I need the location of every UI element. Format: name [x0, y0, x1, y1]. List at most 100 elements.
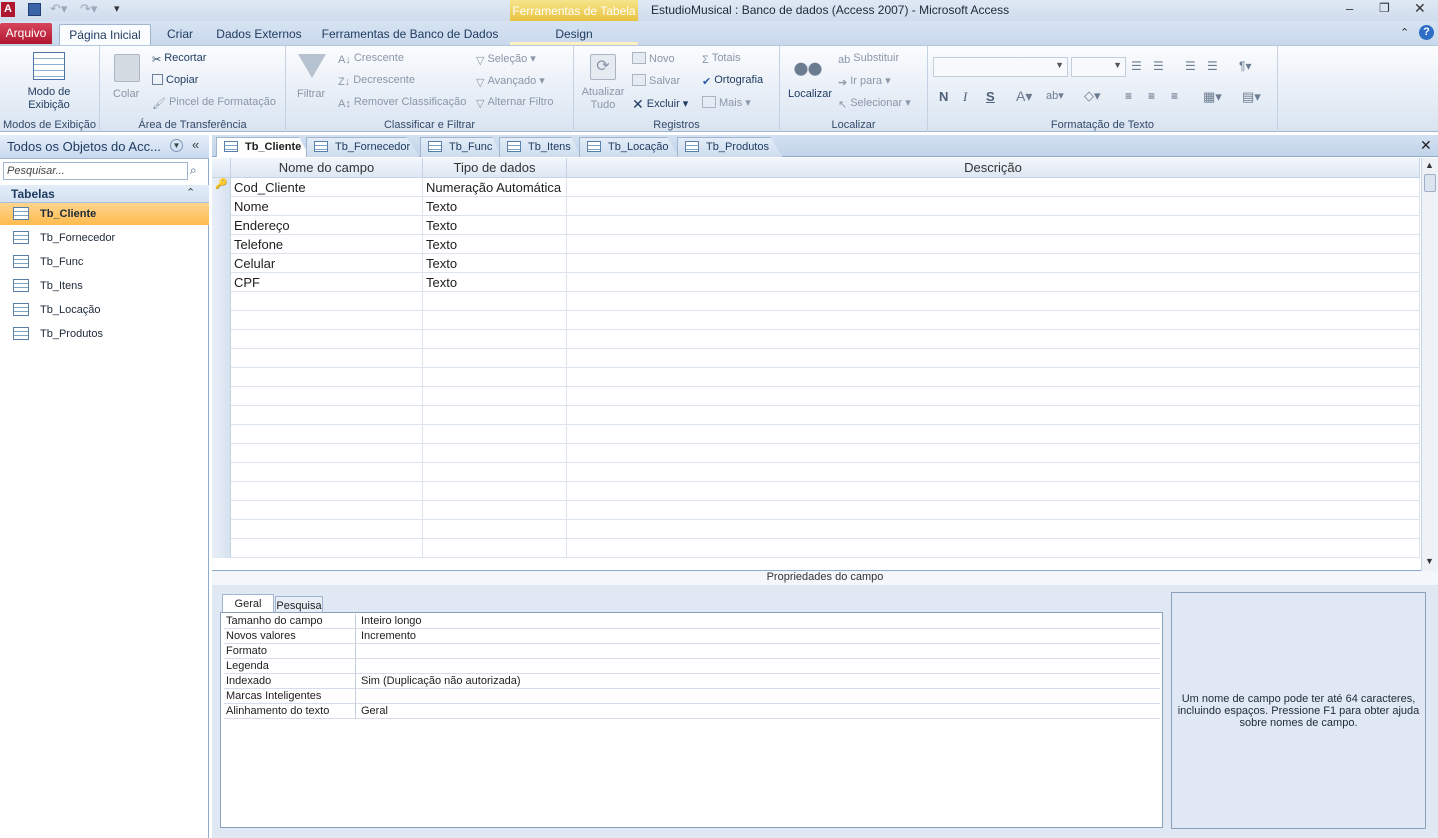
cell-name[interactable]: Celular [231, 254, 423, 273]
row-selector[interactable] [212, 539, 231, 558]
select-button[interactable]: ↖ Selecionar ▾ [838, 96, 911, 111]
table-row[interactable]: 🔑 Cod_Cliente Numeração Automática [212, 178, 1420, 197]
table-row[interactable] [212, 387, 1420, 406]
bullets-icon[interactable]: ☰ [1131, 59, 1142, 73]
property-row[interactable]: Novos valores Incremento [224, 629, 1160, 644]
toggle-filter-button[interactable]: ▽ Alternar Filtro [476, 96, 554, 110]
undo-icon[interactable]: ↶▾ [50, 1, 67, 17]
tab-database-tools[interactable]: Ferramentas de Banco de Dados [318, 24, 502, 45]
bold-button[interactable]: N [939, 89, 948, 104]
cell-type[interactable]: Texto [423, 216, 567, 235]
nav-item-tb-fornecedor[interactable]: Tb_Fornecedor [0, 227, 209, 249]
cell-name[interactable] [231, 425, 423, 444]
row-selector[interactable] [212, 349, 231, 368]
row-selector[interactable] [212, 235, 231, 254]
property-value[interactable]: Incremento [359, 629, 416, 644]
font-name-select[interactable]: ▼ [933, 57, 1068, 77]
close-document-icon[interactable]: ✕ [1420, 137, 1432, 154]
cell-type[interactable] [423, 330, 567, 349]
paragraph-icon[interactable]: ¶▾ [1239, 59, 1251, 73]
cell-name[interactable]: Cod_Cliente [231, 178, 423, 197]
font-size-select[interactable]: ▼ [1071, 57, 1126, 77]
row-selector[interactable]: 🔑 [212, 178, 231, 197]
nav-item-tb-func[interactable]: Tb_Func [0, 251, 209, 273]
property-row[interactable]: Formato [224, 644, 1160, 659]
row-selector[interactable] [212, 368, 231, 387]
table-row[interactable]: Nome Texto [212, 197, 1420, 216]
row-selector[interactable] [212, 387, 231, 406]
vertical-scrollbar[interactable]: ▲ ▼ [1421, 158, 1438, 571]
underline-button[interactable]: S [986, 89, 995, 104]
view-icon[interactable] [33, 52, 65, 80]
nav-item-tb-itens[interactable]: Tb_Itens [0, 275, 209, 297]
table-row[interactable] [212, 406, 1420, 425]
cell-name[interactable] [231, 330, 423, 349]
cell-desc[interactable] [567, 520, 1420, 539]
remove-sort-button[interactable]: A↕ Remover Classificação [338, 96, 466, 110]
table-row[interactable] [212, 539, 1420, 558]
access-logo-icon[interactable]: A [1, 2, 15, 17]
table-row[interactable] [212, 349, 1420, 368]
totals-button[interactable]: Σ Totais [702, 52, 741, 66]
scroll-down-icon[interactable]: ▼ [1425, 556, 1434, 566]
property-value[interactable]: Geral [359, 704, 388, 719]
cell-name[interactable] [231, 387, 423, 406]
cell-type[interactable]: Texto [423, 235, 567, 254]
cell-name[interactable] [231, 520, 423, 539]
row-selector[interactable] [212, 444, 231, 463]
doc-tab-tb-itens[interactable]: Tb_Itens [499, 137, 581, 157]
cell-desc[interactable] [567, 349, 1420, 368]
align-right-icon[interactable]: ≡ [1171, 89, 1178, 103]
cell-type[interactable]: Texto [423, 254, 567, 273]
cell-type[interactable] [423, 463, 567, 482]
table-row[interactable] [212, 311, 1420, 330]
cell-name[interactable] [231, 463, 423, 482]
nav-search-input[interactable]: Pesquisar... [3, 162, 188, 180]
scroll-up-icon[interactable]: ▲ [1425, 160, 1434, 170]
nav-item-tb-produtos[interactable]: Tb_Produtos [0, 323, 209, 345]
table-row[interactable] [212, 425, 1420, 444]
cell-type[interactable]: Texto [423, 273, 567, 292]
cell-type[interactable] [423, 311, 567, 330]
format-painter-button[interactable]: 🖌 Pincel de Formatação [152, 96, 276, 110]
property-value[interactable]: Sim (Duplicação não autorizada) [359, 674, 521, 689]
row-selector[interactable] [212, 330, 231, 349]
table-row[interactable] [212, 368, 1420, 387]
cell-desc[interactable] [567, 311, 1420, 330]
cut-button[interactable]: ✂ Recortar [152, 52, 206, 66]
nav-item-tb-cliente[interactable]: Tb_Cliente [0, 203, 209, 225]
italic-button[interactable]: I [963, 89, 967, 105]
refresh-all-button[interactable]: Atualizar Tudo [578, 86, 628, 112]
cell-type[interactable] [423, 368, 567, 387]
sort-asc-button[interactable]: A↓ Crescente [338, 52, 404, 66]
table-row[interactable]: Endereço Texto [212, 216, 1420, 235]
save-record-button[interactable]: Salvar [632, 74, 680, 87]
cell-type[interactable] [423, 501, 567, 520]
scroll-thumb[interactable] [1424, 174, 1436, 192]
cell-desc[interactable] [567, 178, 1420, 197]
minimize-button[interactable]: – [1346, 1, 1353, 16]
cell-desc[interactable] [567, 254, 1420, 273]
cell-desc[interactable] [567, 444, 1420, 463]
align-center-icon[interactable]: ≡ [1148, 89, 1155, 103]
tab-design[interactable]: Design [540, 24, 608, 45]
more-button[interactable]: Mais ▾ [702, 96, 751, 109]
row-selector[interactable] [212, 197, 231, 216]
table-row[interactable] [212, 463, 1420, 482]
sort-desc-button[interactable]: Z↓ Decrescente [338, 74, 415, 88]
table-row[interactable]: CPF Texto [212, 273, 1420, 292]
cell-type[interactable]: Numeração Automática [423, 178, 567, 197]
row-selector[interactable] [212, 216, 231, 235]
cell-desc[interactable] [567, 482, 1420, 501]
copy-button[interactable]: Copiar [152, 74, 198, 86]
cell-desc[interactable] [567, 273, 1420, 292]
table-row[interactable] [212, 292, 1420, 311]
nav-item-tb-locacao[interactable]: Tb_Locação [0, 299, 209, 321]
cell-desc[interactable] [567, 406, 1420, 425]
indent-decrease-icon[interactable]: ☰ [1185, 59, 1196, 73]
cell-name[interactable] [231, 501, 423, 520]
row-selector[interactable] [212, 520, 231, 539]
cell-name[interactable] [231, 349, 423, 368]
view-button[interactable]: Modo de Exibição [8, 86, 90, 112]
table-row[interactable]: Celular Texto [212, 254, 1420, 273]
